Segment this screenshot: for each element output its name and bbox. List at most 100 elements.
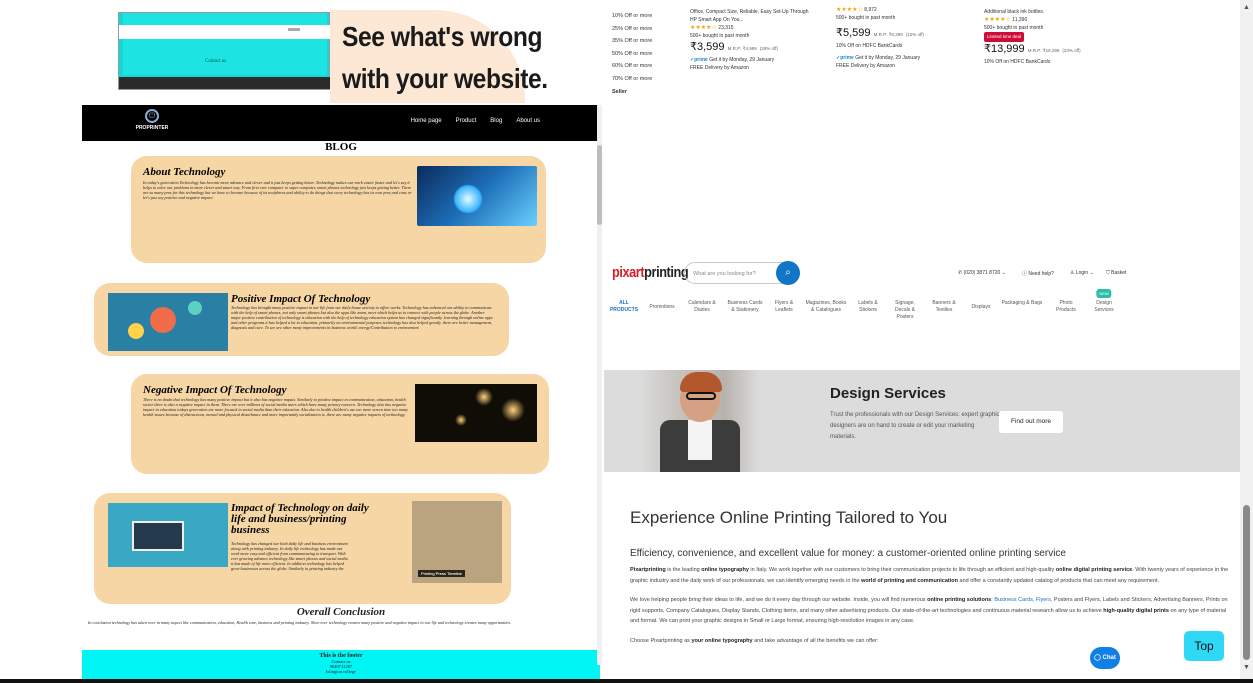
positive-impact-image <box>108 293 228 351</box>
laptop-illustration <box>108 503 228 567</box>
bought-count: 500+ bought in past month <box>984 25 1044 31</box>
pixartprinting-logo[interactable]: pixartprinting <box>612 264 689 281</box>
rating-stars[interactable]: ★★★★☆ <box>836 7 863 13</box>
bought-count: 500+ bought in past month <box>836 15 896 21</box>
solutions-paragraph: We love helping people bring their ideas… <box>630 597 1228 624</box>
logo-text: PROPRINTER <box>135 125 169 131</box>
back-to-top-button[interactable]: Top <box>1184 631 1224 661</box>
card-title: Impact of Technology on daily life and b… <box>231 502 369 536</box>
experience-subheading: Efficiency, convenience, and excellent v… <box>630 548 1066 559</box>
left-scrollbar[interactable] <box>597 105 602 665</box>
discount-filters: 10% Off or more 25% Off or more 35% Off … <box>612 10 652 98</box>
product-discount: (23% off) <box>1062 48 1081 53</box>
right-panel: 10% Off or more 25% Off or more 35% Off … <box>604 0 1240 683</box>
promo-headline-line1: See what's wrong <box>342 21 543 52</box>
new-badge: NEW <box>1096 289 1112 298</box>
scroll-down-arrow-icon[interactable]: ▼ <box>1243 664 1250 671</box>
rating-count[interactable]: 11,390 <box>1012 17 1027 23</box>
rating-stars[interactable]: ★★★★☆ <box>984 17 1011 23</box>
category-calendars[interactable]: Calendars & Diaries <box>680 300 724 314</box>
nav-link-product[interactable]: Product <box>456 118 477 124</box>
phone-link[interactable]: ✆ (020) 3871 8720 ⌄ <box>958 270 1006 276</box>
product-discount: (12% off) <box>905 32 924 37</box>
delivery-date: Get it by Monday, 29 January <box>855 55 921 61</box>
left-panel: Contact us See what's wrong with your we… <box>0 0 603 683</box>
category-business-cards[interactable]: Business Cards & Stationery <box>724 300 766 314</box>
conclusion-section: Overall Conclusion In conclusion technol… <box>82 606 600 627</box>
site-navbar: ⏻ PROPRINTER Home page Product Blog Abou… <box>82 105 600 141</box>
category-labels[interactable]: Labels & Stickers <box>850 300 886 314</box>
footer-college: Islington college <box>325 669 357 674</box>
delivery-date: Get it by Monday, 29 January <box>709 57 775 63</box>
category-menu: ALL PRODUCTS Promotions Calendars & Diar… <box>604 289 1240 321</box>
screenshot-contact-text: Contact us <box>205 59 227 64</box>
category-design-services[interactable]: NEW Design Services <box>1086 289 1122 314</box>
nav-link-blog[interactable]: Blog <box>490 118 502 124</box>
design-services-banner: Design Services Trust the professionals … <box>604 370 1240 472</box>
product-card: Additional black ink bottles. ★★★★☆ 11,3… <box>984 8 1104 66</box>
category-displays[interactable]: Displays <box>964 300 998 311</box>
login-link[interactable]: ♙ Login ⌄ <box>1070 270 1094 276</box>
search-icon[interactable]: ⌕ <box>776 261 800 285</box>
site-logo[interactable]: ⏻ PROPRINTER <box>132 109 172 137</box>
rating-count[interactable]: 8,972 <box>864 7 877 13</box>
category-photo-products[interactable]: Photo Products <box>1046 300 1086 314</box>
category-magazines[interactable]: Magazines, Books & Catalogues <box>802 300 850 314</box>
product-price: ₹5,599 <box>836 27 871 39</box>
card-title: About Technology <box>143 166 226 178</box>
category-signage[interactable]: Signage, Decals & Posters <box>886 300 924 321</box>
filter-option[interactable]: 10% Off or more <box>612 10 652 23</box>
bank-offer: 10% Off on HDFC BankCards <box>836 43 903 49</box>
help-link[interactable]: ⓘ Need help? <box>1022 270 1054 277</box>
nav-link-home[interactable]: Home page <box>411 118 442 124</box>
scrollbar-thumb[interactable] <box>1243 505 1250 660</box>
category-flyers[interactable]: Flyers & Leaflets <box>766 300 802 314</box>
card-body: Technology has changed our both daily li… <box>231 541 348 571</box>
card-body: There is no doubt that technology has ma… <box>143 397 408 417</box>
conclusion-body: In conclusion technology has taken over … <box>88 620 512 625</box>
rating-count[interactable]: 23,315 <box>718 25 733 31</box>
product-title[interactable]: Office, Compact Size, Reliable, Easy Set… <box>690 8 810 24</box>
rating-stars[interactable]: ★★★★☆ <box>690 25 717 31</box>
category-all-products[interactable]: ALL PRODUCTS <box>604 300 644 314</box>
product-title[interactable]: Additional black ink bottles. <box>984 8 1104 16</box>
logo-part-printing: printing <box>644 264 689 281</box>
filter-option[interactable]: 25% Off or more <box>612 23 652 36</box>
designer-photo <box>640 370 760 472</box>
amazon-results: 10% Off or more 25% Off or more 35% Off … <box>604 0 1240 125</box>
card-body: Technology has brought many positive imp… <box>231 305 493 330</box>
product-links[interactable]: Business Cards, Flyers, <box>994 597 1052 603</box>
card-title: Negative Impact Of Technology <box>143 384 287 396</box>
product-mrp: M.R.P: ₹18,299 <box>1027 48 1060 53</box>
printing-press-caption: Printing Press Timeline <box>418 570 465 577</box>
product-card: ★★★★☆ 8,972 500+ bought in past month ₹5… <box>836 6 956 70</box>
filter-option[interactable]: 50% Off or more <box>612 48 652 61</box>
nav-link-about[interactable]: About us <box>516 118 540 124</box>
card-negative-impact: Negative Impact Of Technology There is n… <box>131 374 549 474</box>
technology-image <box>417 166 537 226</box>
card-positive-impact: Positive Impact Of Technology Technology… <box>94 283 509 356</box>
chat-button[interactable]: ◯ Chat <box>1090 647 1120 669</box>
page-scrollbar[interactable]: ▲ ▼ <box>1240 0 1253 683</box>
filter-option[interactable]: 35% Off or more <box>612 35 652 48</box>
filter-option[interactable]: 60% Off or more <box>612 60 652 73</box>
scroll-up-arrow-icon[interactable]: ▲ <box>1243 4 1250 11</box>
left-scrollbar-thumb[interactable] <box>597 145 602 225</box>
filter-option[interactable]: 70% Off or more <box>612 73 652 86</box>
find-out-more-button[interactable]: Find out more <box>999 411 1063 433</box>
login-label: Login <box>1075 270 1089 276</box>
category-banners[interactable]: Banners & Textiles <box>924 300 964 314</box>
basket-link[interactable]: ⛉ Basket <box>1106 270 1126 276</box>
banner-title: Design Services <box>830 385 946 402</box>
product-price: ₹3,599 <box>690 41 725 53</box>
screen: Contact us See what's wrong with your we… <box>0 0 1253 683</box>
prime-badge: ✓prime <box>690 57 708 63</box>
negative-impact-image <box>415 384 537 442</box>
free-delivery: FREE Delivery by Amazon <box>690 65 749 71</box>
category-promotions[interactable]: Promotions <box>644 300 680 311</box>
category-packaging[interactable]: Packaging & Bags <box>998 300 1046 307</box>
card-impact-daily-life: Impact of Technology on daily life and b… <box>94 493 511 604</box>
bought-count: 500+ bought in past month <box>690 33 750 39</box>
card-about-technology: About Technology In today's generation T… <box>131 156 546 263</box>
seller-heading: Seller <box>612 88 627 95</box>
